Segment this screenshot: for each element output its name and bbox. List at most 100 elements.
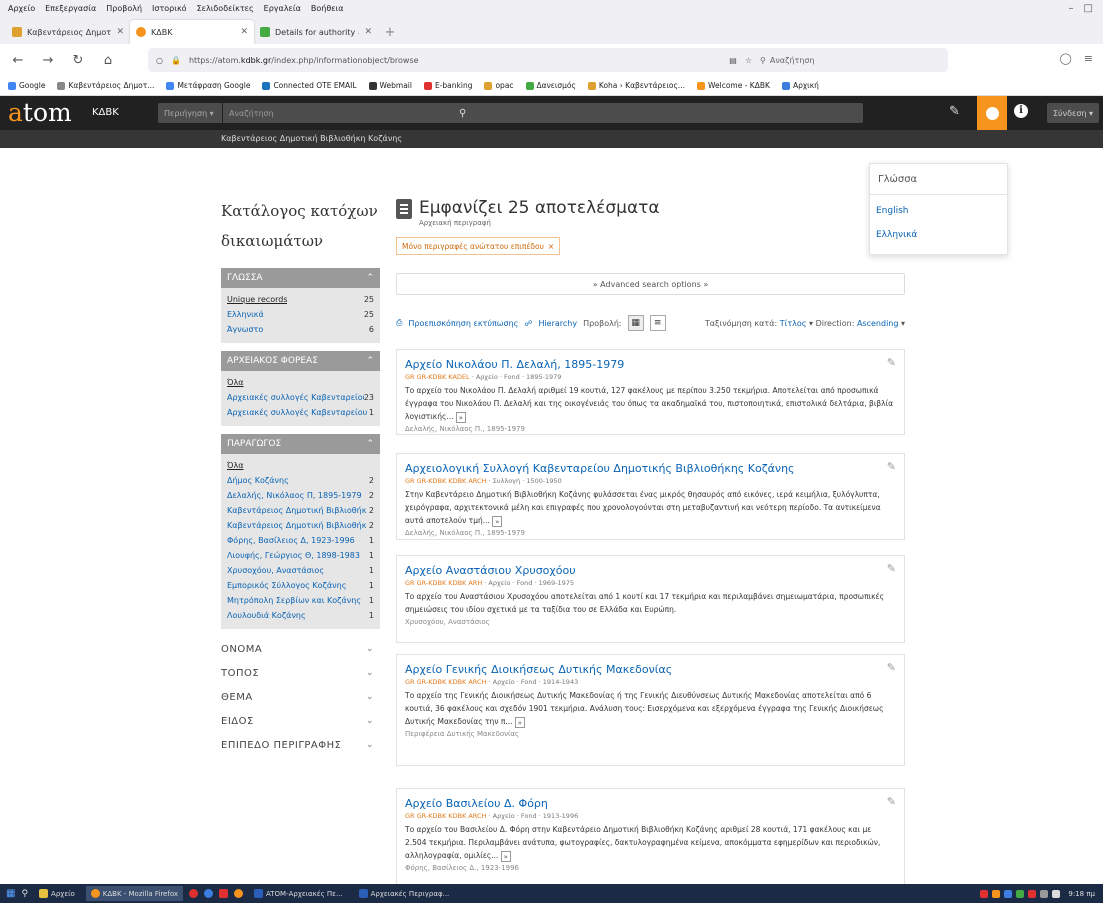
forward-icon[interactable]: →: [40, 53, 56, 68]
facet-name-header[interactable]: ΟΝΟΜΑ ⌄: [221, 637, 380, 661]
tab-close-icon[interactable]: ✕: [116, 27, 124, 37]
remove-filter-icon[interactable]: ×: [548, 242, 554, 251]
menu-bookmarks[interactable]: Σελιδοδείκτες: [197, 4, 254, 13]
maximize-icon[interactable]: □: [1084, 3, 1093, 14]
back-icon[interactable]: ←: [10, 53, 26, 68]
taskbar-item[interactable]: Αρχειακές Περιγραφ...: [354, 886, 455, 901]
clipboard-icon[interactable]: ✎: [949, 104, 960, 119]
clock[interactable]: 9:18 πμ: [1068, 890, 1095, 898]
address-bar[interactable]: ○ 🔒 https://atom.kdbk.gr/index.php/infor…: [148, 48, 948, 72]
facet-item[interactable]: Ελληνικά 25: [227, 307, 374, 322]
expand-button[interactable]: »: [455, 411, 466, 423]
facet-item[interactable]: Χρυσοχόου, Αναστάσιος 1: [227, 563, 374, 578]
advanced-search-toggle[interactable]: » Advanced search options »: [396, 273, 905, 295]
result-title-link[interactable]: Αρχείο Γενικής Διοικήσεως Δυτικής Μακεδο…: [405, 663, 894, 676]
facet-item[interactable]: Λιουφής, Γεώργιος Θ, 1898-1983 1: [227, 548, 374, 563]
facet-genre-header[interactable]: ΕΙΔΟΣ ⌄: [221, 709, 380, 733]
language-option-english[interactable]: English: [876, 206, 909, 216]
facet-item[interactable]: Αρχειακές συλλογές Καβενταρείου Δ...23: [227, 390, 374, 405]
result-title-link[interactable]: Αρχείο Νικολάου Π. Δελαλή, 1895-1979: [405, 358, 894, 371]
facet-item[interactable]: Δελαλής, Νικόλαος Π, 1895-1979 2: [227, 488, 374, 503]
minimize-icon[interactable]: –: [1069, 3, 1074, 14]
facet-item[interactable]: Όλα: [227, 375, 374, 390]
reload-icon[interactable]: ↻: [70, 53, 86, 68]
start-icon[interactable]: ▦: [6, 888, 15, 899]
app-icon[interactable]: [204, 889, 214, 898]
bookmark-item[interactable]: Webmail: [368, 81, 412, 90]
tray-icon[interactable]: [1052, 889, 1061, 898]
app-icon[interactable]: [189, 889, 199, 898]
print-preview-link[interactable]: Προεπισκόπηση εκτύπωσης: [408, 319, 518, 328]
result-title-link[interactable]: Αρχείο Αναστάσιου Χρυσοχόου: [405, 564, 894, 577]
tray-icon[interactable]: [1040, 889, 1049, 898]
language-option-greek[interactable]: Ελληνικά: [876, 230, 917, 240]
browser-search-box[interactable]: ⚲ Αναζήτηση: [760, 56, 940, 65]
info-icon[interactable]: i: [1014, 104, 1028, 118]
expand-button[interactable]: »: [500, 850, 511, 862]
facet-item[interactable]: Λουλουδιά Κοζάνης 1: [227, 608, 374, 623]
facet-level-header[interactable]: ΕΠΙΠΕΔΟ ΠΕΡΙΓΡΑΦΗΣ ⌄: [221, 733, 380, 757]
facet-item[interactable]: Φόρης, Βασίλειος Δ, 1923-1996 1: [227, 533, 374, 548]
table-view-button[interactable]: ≡: [649, 315, 666, 331]
tray-icon[interactable]: [980, 889, 989, 898]
sort-direction-select[interactable]: Ascending: [857, 319, 898, 328]
sort-field-select[interactable]: Τίτλος: [780, 319, 807, 328]
browser-tab-2[interactable]: ΚΔΒΚ ✕: [130, 20, 254, 44]
facet-item[interactable]: Δήμος Κοζάνης 2: [227, 473, 374, 488]
tray-icon[interactable]: [992, 889, 1001, 898]
lock-icon[interactable]: 🔒: [171, 56, 181, 65]
bookmark-item[interactable]: Αρχική: [781, 81, 819, 90]
bookmark-item[interactable]: E-banking: [423, 81, 472, 90]
taskbar-item[interactable]: Αρχείο: [34, 886, 80, 901]
pocket-icon[interactable]: ◯: [1059, 52, 1071, 65]
facet-item[interactable]: Καβεντάρειος Δημοτική Βιβλιοθήκη ... 2: [227, 503, 374, 518]
facet-item[interactable]: Μητρόπολη Σερβίων και Κοζάνης 1: [227, 593, 374, 608]
hamburger-menu-icon[interactable]: ≡: [1084, 52, 1093, 65]
result-title-link[interactable]: Αρχείο Βασιλείου Δ. Φόρη: [405, 797, 894, 810]
card-view-button[interactable]: ▦: [627, 315, 644, 331]
atom-logo[interactable]: atom: [8, 98, 72, 127]
clipboard-icon[interactable]: ✎: [887, 562, 896, 575]
facet-subject-header[interactable]: ΘΕΜΑ ⌄: [221, 685, 380, 709]
bookmark-item[interactable]: opac: [484, 81, 514, 90]
clipboard-icon[interactable]: ✎: [887, 460, 896, 473]
menu-file[interactable]: Αρχείο: [8, 4, 35, 13]
login-button[interactable]: Σύνδεση ▾: [1047, 103, 1099, 123]
facet-item[interactable]: Άγνωστο 6: [227, 322, 374, 337]
facet-item[interactable]: Αρχειακές συλλογές Καβενταρείου Δ...1: [227, 405, 374, 420]
home-icon[interactable]: ⌂: [100, 53, 116, 68]
facet-creator-header[interactable]: ΠΑΡΑΓΩΓΟΣ ⌃: [221, 434, 380, 454]
site-name[interactable]: ΚΔΒΚ: [92, 107, 119, 118]
new-tab-icon[interactable]: +: [378, 20, 402, 44]
shield-icon[interactable]: ○: [156, 56, 163, 65]
browser-tab-3[interactable]: Details for authority #1268 (T... ✕: [254, 20, 378, 44]
expand-button[interactable]: »: [492, 515, 503, 527]
browse-menu-button[interactable]: Περιήγηση ▾: [158, 103, 222, 123]
tray-icon[interactable]: [1016, 889, 1025, 898]
facet-language-header[interactable]: ΓΛΩΣΣΑ ⌃: [221, 268, 380, 288]
menu-edit[interactable]: Επεξεργασία: [45, 4, 96, 13]
taskbar-item[interactable]: ATOM-Αρχειακές Πε...: [249, 886, 348, 901]
hierarchy-link[interactable]: Hierarchy: [538, 319, 577, 328]
tab-close-icon[interactable]: ✕: [240, 27, 248, 37]
bookmark-star-icon[interactable]: ☆: [745, 56, 752, 65]
tray-icon[interactable]: [1004, 889, 1013, 898]
facet-place-header[interactable]: ΤΟΠΟΣ ⌄: [221, 661, 380, 685]
menu-help[interactable]: Βοήθεια: [311, 4, 344, 13]
bookmark-item[interactable]: Welcome - ΚΔΒΚ: [697, 81, 770, 90]
bookmark-item[interactable]: Δανεισμός: [525, 81, 576, 90]
taskbar-item[interactable]: ΚΔΒΚ - Mozilla Firefox: [85, 886, 184, 901]
tray-icon[interactable]: [1028, 889, 1037, 898]
facet-repository-header[interactable]: ΑΡΧΕΙΑΚΟΣ ΦΟΡΕΑΣ ⌃: [221, 351, 380, 371]
facet-item[interactable]: Καβεντάρειος Δημοτική Βιβλιοθήκη ... 2: [227, 518, 374, 533]
facet-item[interactable]: Εμπορικός Σύλλογος Κοζάνης 1: [227, 578, 374, 593]
bookmark-item[interactable]: Koha › Καβεντάρειος...: [587, 81, 685, 90]
search-input[interactable]: Αναζήτηση: [223, 103, 455, 123]
app-icon[interactable]: [234, 889, 244, 898]
app-icon[interactable]: [219, 889, 229, 898]
menu-tools[interactable]: Εργαλεία: [264, 4, 301, 13]
menu-view[interactable]: Προβολή: [106, 4, 142, 13]
clipboard-icon[interactable]: ✎: [887, 356, 896, 369]
search-button[interactable]: ⚲: [455, 103, 863, 123]
result-title-link[interactable]: Αρχειολογική Συλλογή Καβενταρείου Δημοτι…: [405, 462, 894, 475]
